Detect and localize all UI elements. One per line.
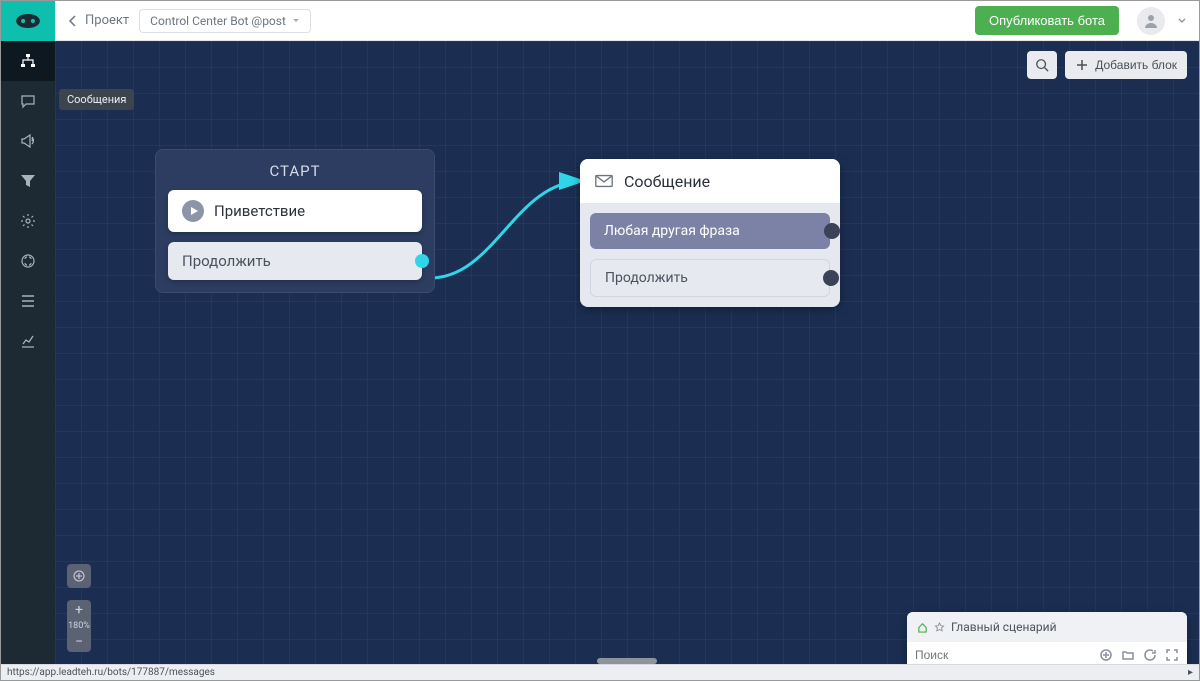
user-chevron-icon[interactable]	[1177, 16, 1187, 26]
star-icon	[934, 622, 945, 633]
message-header[interactable]: Сообщение	[580, 159, 840, 203]
message-row-any-phrase[interactable]: Любая другая фраза	[590, 213, 830, 249]
canvas[interactable]: Сообщения Добавить блок	[55, 41, 1199, 680]
start-title: СТАРТ	[168, 162, 422, 180]
main: Проект Control Center Bot @post Опублико…	[55, 1, 1199, 680]
message-title: Сообщение	[624, 172, 710, 191]
canvas-toolbar: Добавить блок	[1027, 51, 1187, 79]
node-message[interactable]: Сообщение Любая другая фраза Продолжить	[580, 159, 840, 307]
sidebar-item-filter[interactable]	[1, 161, 55, 201]
message-row-continue[interactable]: Продолжить	[590, 259, 830, 297]
refresh-button[interactable]	[1143, 648, 1157, 662]
statusbar: https://app.leadteh.ru/bots/177887/messa…	[1, 664, 1199, 680]
play-icon	[182, 200, 204, 222]
zoom-controls: + 180% −	[67, 564, 91, 652]
arrow-left-icon	[67, 15, 79, 27]
scenario-title: Главный сценарий	[951, 620, 1057, 634]
zoom-stack: + 180% −	[67, 600, 91, 652]
scenario-header[interactable]: Главный сценарий	[907, 612, 1187, 642]
zoom-value: 180%	[68, 620, 90, 632]
search-icon	[1035, 58, 1049, 72]
chevron-down-icon	[292, 17, 300, 25]
logo[interactable]	[1, 1, 55, 41]
output-port[interactable]	[823, 270, 839, 286]
sidebar-tooltip: Сообщения	[59, 89, 134, 110]
add-scenario-button[interactable]	[1099, 648, 1113, 662]
search-button[interactable]	[1027, 51, 1057, 79]
back-label: Проект	[85, 13, 129, 28]
zoom-out-button[interactable]: −	[67, 632, 91, 652]
output-port[interactable]	[824, 223, 840, 239]
user-menu[interactable]	[1137, 7, 1165, 35]
status-url: https://app.leadteh.ru/bots/177887/messa…	[7, 667, 215, 678]
sidebar-item-chat[interactable]	[1, 81, 55, 121]
sidebar-item-list[interactable]	[1, 281, 55, 321]
home-icon	[917, 622, 928, 633]
sidebar-item-settings[interactable]	[1, 201, 55, 241]
zoom-fit-button[interactable]	[67, 564, 91, 588]
topbar: Проект Control Center Bot @post Опублико…	[55, 1, 1199, 41]
sidebar-item-broadcast[interactable]	[1, 121, 55, 161]
sidebar-item-flow[interactable]	[1, 41, 55, 81]
zoom-in-button[interactable]: +	[67, 600, 91, 620]
node-start[interactable]: СТАРТ Приветствие Продолжить	[155, 149, 435, 293]
sidebar-item-analytics[interactable]	[1, 321, 55, 361]
step-label: Приветствие	[214, 202, 305, 220]
add-block-button[interactable]: Добавить блок	[1065, 51, 1187, 79]
row-label: Любая другая фраза	[604, 223, 740, 239]
start-step-greeting[interactable]: Приветствие	[168, 190, 422, 232]
expand-button[interactable]	[1165, 648, 1179, 662]
app-root: Проект Control Center Bot @post Опублико…	[0, 0, 1200, 681]
publish-button[interactable]: Опубликовать бота	[975, 6, 1119, 35]
scenario-panel: Главный сценарий	[907, 612, 1187, 670]
add-block-label: Добавить блок	[1095, 58, 1177, 72]
start-step-continue[interactable]: Продолжить	[168, 242, 422, 280]
row-label: Продолжить	[605, 270, 688, 286]
message-body: Любая другая фраза Продолжить	[580, 203, 840, 307]
envelope-icon	[594, 171, 614, 191]
scenario-search-input[interactable]	[915, 648, 1093, 662]
bot-name: Control Center Bot @post	[150, 14, 286, 28]
plus-icon	[1075, 58, 1089, 72]
step-label: Продолжить	[182, 252, 271, 270]
folder-button[interactable]	[1121, 648, 1135, 662]
sidebar	[1, 1, 55, 680]
bot-selector[interactable]: Control Center Bot @post	[139, 9, 311, 33]
back-link[interactable]: Проект	[67, 13, 129, 28]
sidebar-item-support[interactable]	[1, 241, 55, 281]
output-port[interactable]	[415, 254, 429, 268]
scroll-right-icon[interactable]: ▸	[1188, 667, 1193, 678]
user-icon	[1142, 12, 1160, 30]
